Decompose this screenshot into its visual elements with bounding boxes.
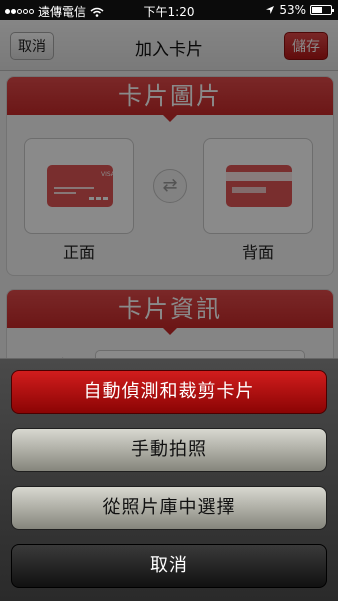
take-photo-button[interactable]: 手動拍照 <box>11 428 327 472</box>
choose-from-library-button[interactable]: 從照片庫中選擇 <box>11 486 327 530</box>
battery-icon <box>310 5 334 15</box>
location-arrow-icon <box>266 6 275 14</box>
auto-detect-crop-button[interactable]: 自動偵測和裁剪卡片 <box>11 370 327 414</box>
status-bar: 遠傳電信 下午1:20 53% <box>0 0 338 20</box>
status-right: 53% <box>265 3 334 17</box>
action-sheet: 自動偵測和裁剪卡片 手動拍照 從照片庫中選擇 取消 <box>0 358 338 601</box>
action-sheet-cancel-button[interactable]: 取消 <box>11 544 327 588</box>
battery-percent: 53% <box>279 3 306 17</box>
